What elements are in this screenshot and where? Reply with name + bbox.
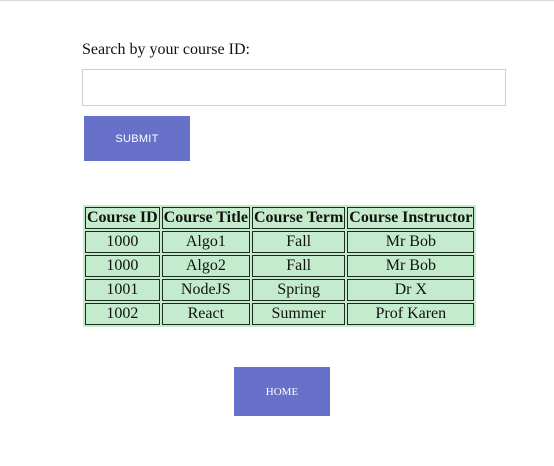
cell-course-title: NodeJS [161, 279, 250, 301]
cell-course-term: Fall [251, 255, 346, 277]
courses-table: Course ID Course Title Course Term Cours… [83, 205, 477, 327]
header-course-term: Course Term [251, 207, 346, 229]
table-row: 1002 React Summer Prof Karen [85, 303, 475, 325]
cell-course-instructor: Dr X [347, 279, 475, 301]
cell-course-id: 1000 [85, 231, 160, 253]
header-course-title: Course Title [161, 207, 250, 229]
home-button[interactable]: HOME [234, 367, 330, 416]
cell-course-term: Summer [251, 303, 346, 325]
cell-course-id: 1000 [85, 255, 160, 277]
top-divider [0, 0, 554, 1]
table-row: 1000 Algo2 Fall Mr Bob [85, 255, 475, 277]
cell-course-title: Algo1 [161, 231, 250, 253]
cell-course-id: 1001 [85, 279, 160, 301]
cell-course-term: Fall [251, 231, 346, 253]
cell-course-id: 1002 [85, 303, 160, 325]
table-header-row: Course ID Course Title Course Term Cours… [85, 207, 475, 229]
cell-course-instructor: Mr Bob [347, 231, 475, 253]
submit-button[interactable]: SUBMIT [84, 116, 190, 161]
table-row: 1001 NodeJS Spring Dr X [85, 279, 475, 301]
table-row: 1000 Algo1 Fall Mr Bob [85, 231, 475, 253]
cell-course-term: Spring [251, 279, 346, 301]
cell-course-instructor: Prof Karen [347, 303, 475, 325]
cell-course-title: Algo2 [161, 255, 250, 277]
course-id-search-input[interactable] [82, 69, 506, 106]
search-label: Search by your course ID: [82, 41, 250, 58]
cell-course-title: React [161, 303, 250, 325]
cell-course-instructor: Mr Bob [347, 255, 475, 277]
header-course-instructor: Course Instructor [347, 207, 475, 229]
header-course-id: Course ID [85, 207, 160, 229]
